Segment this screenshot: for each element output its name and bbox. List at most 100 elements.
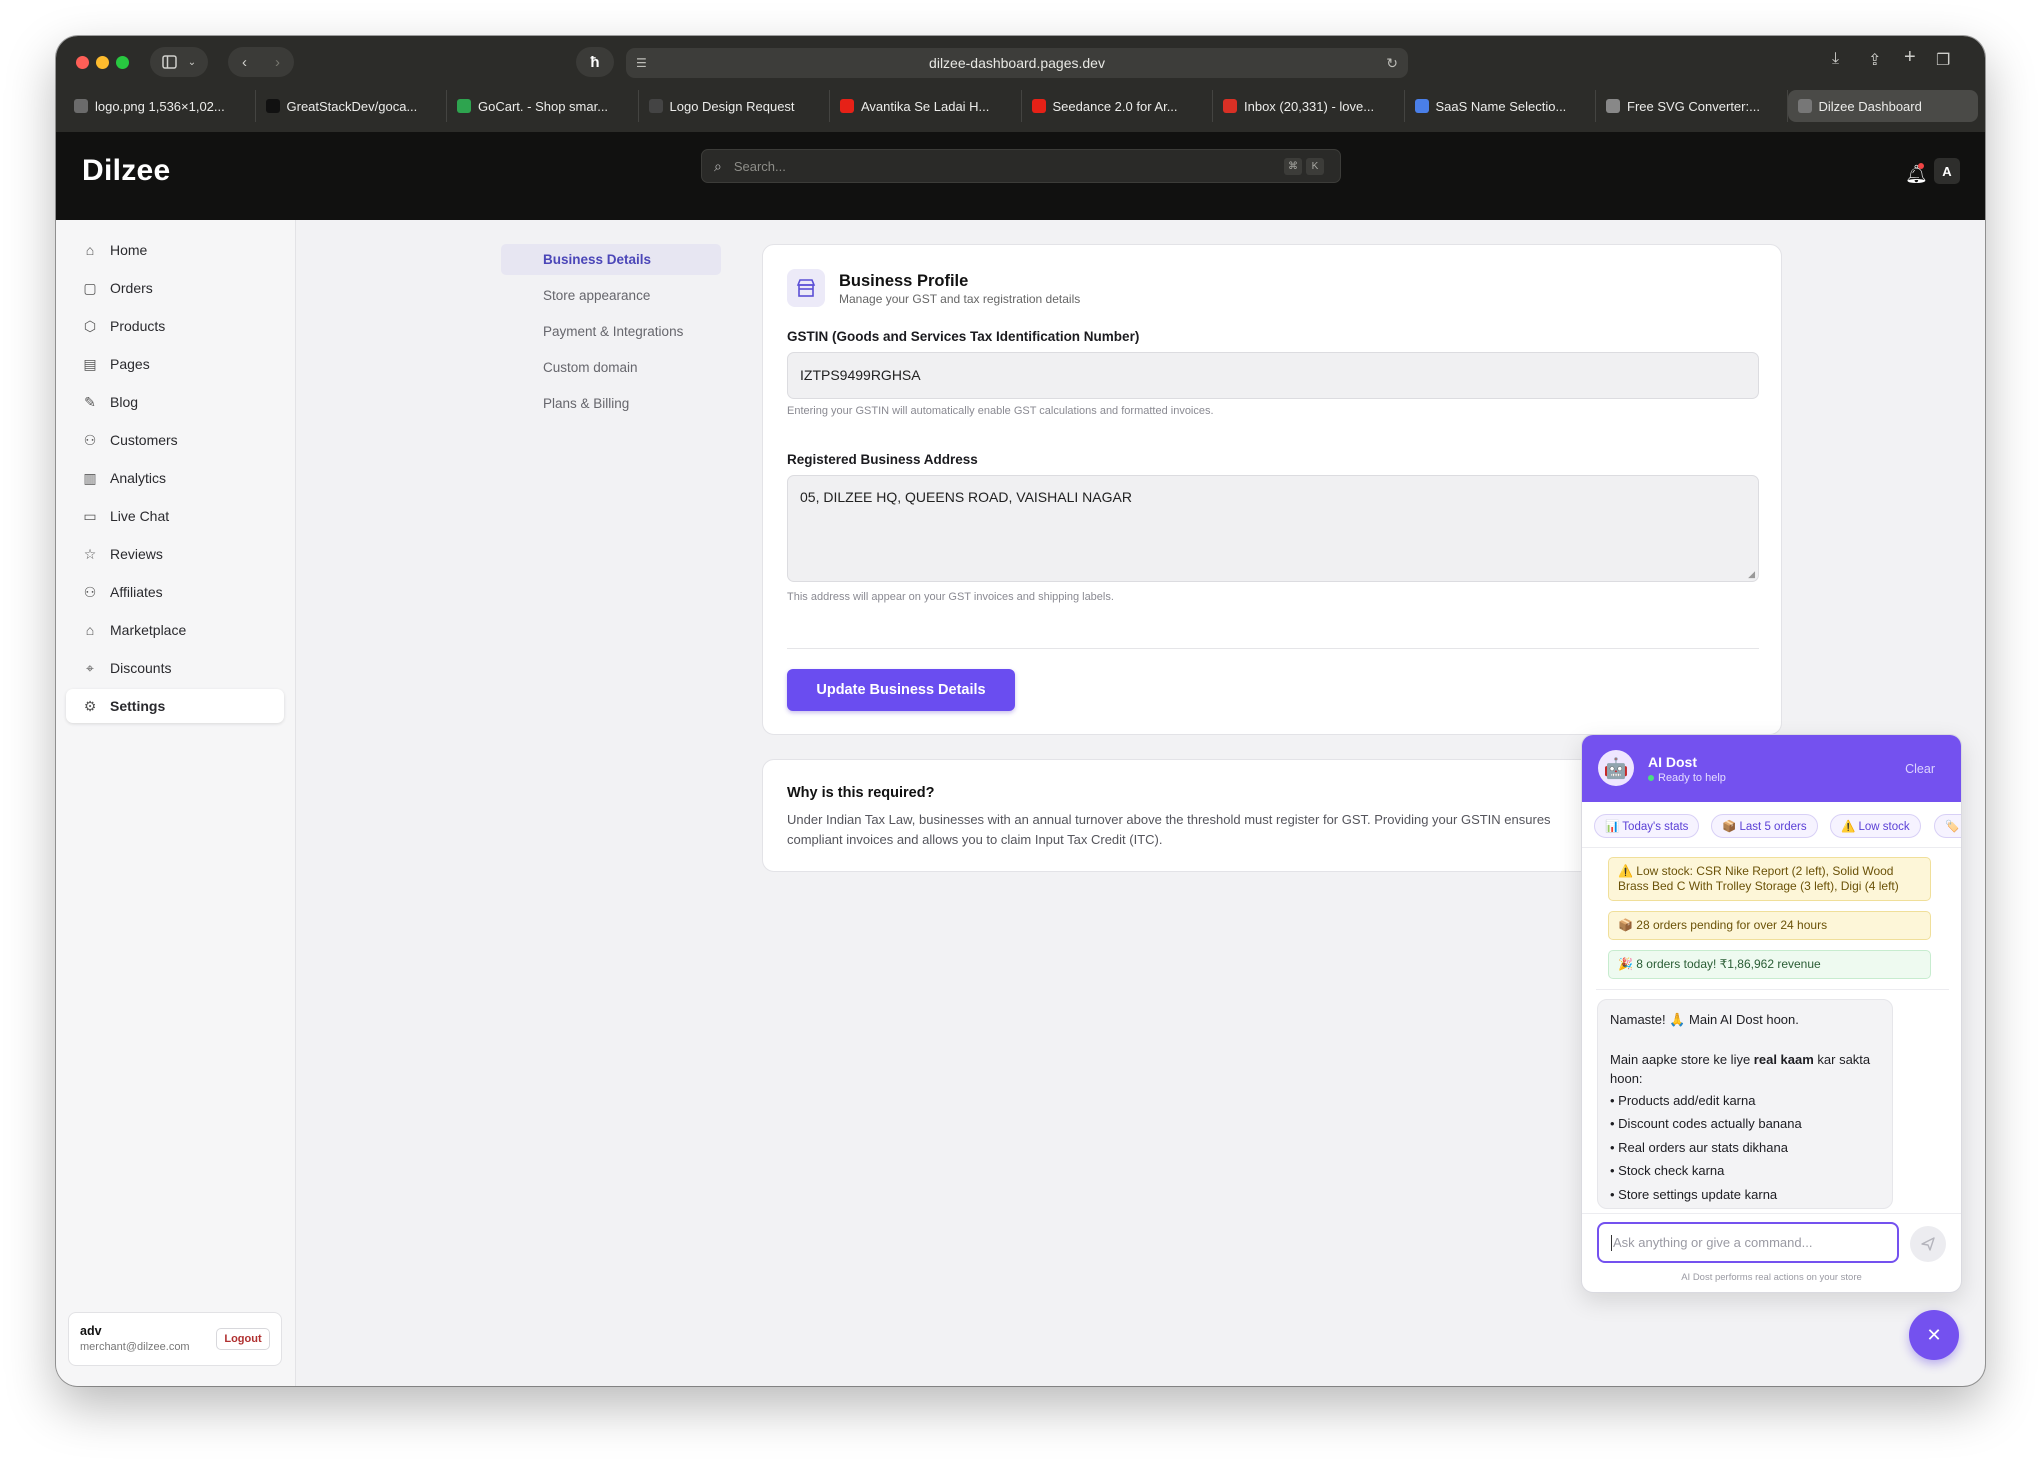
gstin-input[interactable]: IZTPS9499RGHSA [787, 352, 1759, 399]
sidebar-item-label: Reviews [110, 546, 163, 562]
update-business-details-button[interactable]: Update Business Details [787, 669, 1015, 711]
sidebar-item-pages[interactable]: ▤ Pages [66, 347, 284, 381]
settings-nav-store-appearance[interactable]: Store appearance [501, 280, 721, 311]
sidebar-item-home[interactable]: ⌂ Home [66, 233, 284, 267]
sidebar-item-customers[interactable]: ⚇ Customers [66, 423, 284, 457]
more-chip[interactable]: 🏷️ [1934, 814, 1961, 838]
download-icon[interactable]: ⤓ [1832, 50, 1839, 68]
notifications-bell-icon[interactable]: 🔔︎ [1905, 164, 1928, 185]
chat-input-placeholder: Ask anything or give a command... [1613, 1235, 1813, 1250]
minimize-window-button[interactable] [96, 56, 109, 69]
tab-overview-icon[interactable]: ❐ [1936, 50, 1950, 70]
user-name: adv [80, 1324, 102, 1338]
settings-nav-business-details[interactable]: Business Details [501, 244, 721, 275]
star-icon: ☆ [83, 545, 97, 562]
close-chat-fab[interactable]: ✕ [1909, 1310, 1959, 1360]
gmail-icon [1223, 99, 1237, 113]
store-icon [787, 269, 825, 307]
extension-button[interactable]: ħ [576, 47, 614, 77]
chat-icon: ▭ [83, 507, 97, 524]
browser-tab[interactable]: Logo Design Request [639, 90, 830, 122]
user-avatar[interactable]: A [1934, 158, 1960, 184]
blog-icon: ✎ [84, 393, 96, 410]
browser-tab[interactable]: Free SVG Converter:... [1596, 90, 1788, 122]
sidebar-item-settings[interactable]: ⚙ Settings [66, 689, 284, 723]
customers-icon: ⚇ [83, 431, 97, 448]
products-icon: ⬡ [83, 317, 97, 334]
sidebar-item-affiliates[interactable]: ⚇ Affiliates [66, 575, 284, 609]
message-bullet-5: • Store settings update karna [1610, 1186, 1778, 1202]
browser-tab[interactable]: GreatStackDev/goca... [256, 90, 447, 122]
svg-converter-icon [1606, 99, 1620, 113]
orders-icon: ▢ [83, 279, 97, 296]
send-button[interactable] [1910, 1226, 1946, 1262]
share-icon[interactable]: ⇪ [1868, 50, 1881, 70]
browser-tab[interactable]: Avantika Se Ladai H... [830, 90, 1022, 122]
close-icon: ✕ [1926, 1324, 1942, 1345]
message-intro: Main aapke store ke liye real kaam kar s… [1610, 1051, 1871, 1087]
online-dot-icon [1648, 775, 1654, 781]
back-arrow-icon[interactable]: ‹ [242, 54, 247, 71]
new-tab-icon[interactable]: + [1904, 46, 1916, 69]
search-icon: ⌕ [714, 157, 722, 174]
browser-tab[interactable]: Inbox (20,331) - love... [1213, 90, 1405, 122]
browser-tab[interactable]: Dilzee Dashboard [1787, 90, 1978, 122]
sidebar-toggle-button[interactable]: ⌄ [150, 47, 208, 77]
sidebar-item-label: Home [110, 242, 148, 258]
last-5-orders-chip[interactable]: 📦 Last 5 orders [1711, 814, 1818, 838]
browser-tab[interactable]: GoCart. - Shop smar... [447, 90, 639, 122]
sidebar-item-blog[interactable]: ✎ Blog [66, 385, 284, 419]
clear-chat-button[interactable]: Clear [1905, 762, 1935, 776]
sidebar: ⌂ Home ▢ Orders ⬡ Products ▤ Pages ✎ Blog ⚇ Custome… [56, 220, 296, 1386]
message-bullet-1: • Products add/edit karna [1610, 1092, 1756, 1108]
browser-tab[interactable]: SaaS Name Selectio... [1405, 90, 1596, 122]
sidebar-item-label: Products [110, 318, 166, 334]
info-line-1: Under Indian Tax Law, businesses with an… [787, 812, 1551, 827]
send-icon [1921, 1237, 1935, 1251]
sidebar-item-label: Live Chat [110, 508, 170, 524]
sidebar-item-reviews[interactable]: ☆ Reviews [66, 537, 284, 571]
orders-today-alert[interactable]: 🎉 8 orders today! ₹1,86,962 revenue [1608, 950, 1931, 979]
tab-strip: logo.png 1,536×1,02... GreatStackDev/goca… [64, 90, 1978, 122]
sidebar-item-label: Orders [110, 280, 153, 296]
low-stock-alert[interactable]: ⚠️ Low stock: CSR Nike Report (2 left), … [1608, 857, 1931, 901]
address-textarea[interactable]: 05, DILZEE HQ, QUEENS ROAD, VAISHALI NAG… [787, 475, 1759, 582]
user-email: merchant@dilzee.com [80, 1341, 190, 1353]
sidebar-item-products[interactable]: ⬡ Products [66, 309, 284, 343]
settings-nav-custom-domain[interactable]: Custom domain [501, 352, 721, 383]
analytics-icon: ▥ [83, 469, 97, 486]
gstin-label: GSTIN (Goods and Services Tax Identifica… [787, 329, 1140, 344]
sidebar-item-marketplace[interactable]: ⌂ Marketplace [66, 613, 284, 647]
pending-orders-alert[interactable]: 📦 28 orders pending for over 24 hours [1608, 911, 1931, 940]
address-bar[interactable]: ☰ dilzee-dashboard.pages.dev ↻ [626, 48, 1408, 78]
info-line-2: compliant invoices and allows you to cla… [787, 832, 1163, 847]
forward-arrow-icon[interactable]: › [275, 54, 280, 71]
todays-stats-chip[interactable]: 📊 Today's stats [1594, 814, 1700, 838]
maximize-window-button[interactable] [116, 56, 129, 69]
browser-tab[interactable]: Seedance 2.0 for Ar... [1022, 90, 1213, 122]
chat-input[interactable]: Ask anything or give a command... [1597, 1222, 1899, 1263]
divider [787, 648, 1759, 649]
sidebar-item-orders[interactable]: ▢ Orders [66, 271, 284, 305]
dilzee-logo[interactable]: Dilzee [82, 154, 171, 188]
sidebar-item-discounts[interactable]: ⌖ Discounts [66, 651, 284, 685]
browser-tab-label: SaaS Name Selectio... [1435, 98, 1567, 114]
page-settings-icon[interactable]: ☰ [636, 56, 647, 70]
low-stock-chip[interactable]: ⚠️ Low stock [1830, 814, 1921, 838]
close-window-button[interactable] [76, 56, 89, 69]
chevron-down-icon: ⌄ [187, 56, 197, 68]
settings-nav-plans-billing[interactable]: Plans & Billing [501, 388, 721, 419]
business-profile-card: Business Profile Manage your GST and tax… [762, 244, 1782, 735]
affiliates-icon: ⚇ [83, 583, 97, 600]
url-text: dilzee-dashboard.pages.dev [929, 55, 1105, 71]
extension-icon: ħ [590, 53, 600, 71]
youtube-icon [1031, 99, 1046, 113]
sidebar-item-live-chat[interactable]: ▭ Live Chat [66, 499, 284, 533]
reload-icon[interactable]: ↻ [1386, 55, 1398, 72]
browser-tab[interactable]: logo.png 1,536×1,02... [64, 90, 256, 122]
settings-nav-payment-integrations[interactable]: Payment & Integrations [501, 316, 721, 347]
resize-handle-icon[interactable]: ◢ [1748, 569, 1755, 580]
logout-button[interactable]: Logout [216, 1328, 270, 1350]
sidebar-item-analytics[interactable]: ▥ Analytics [66, 461, 284, 495]
search-input[interactable]: ⌕ Search... ⌘ K [701, 149, 1341, 183]
